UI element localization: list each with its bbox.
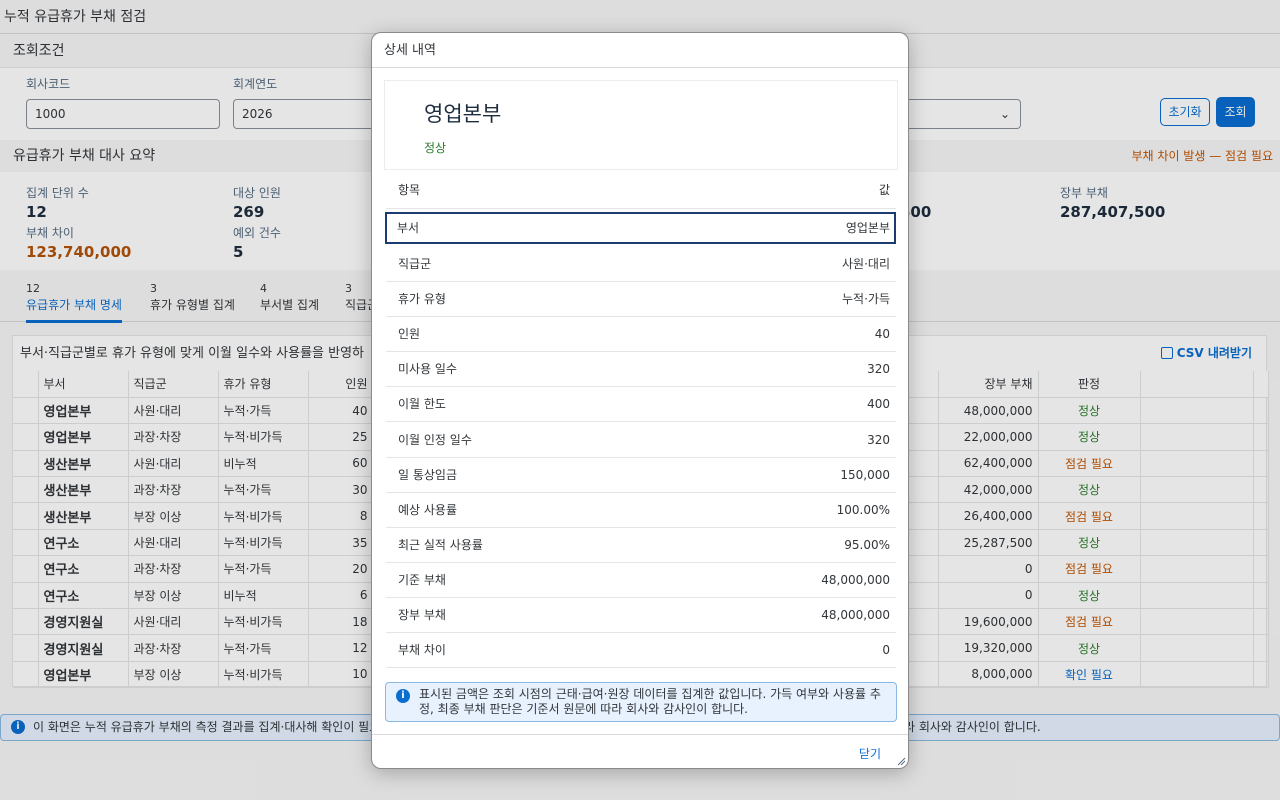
detail-value: 0	[882, 643, 890, 658]
detail-value: 95.00%	[844, 537, 890, 552]
dialog-title: 상세 내역	[372, 33, 908, 68]
detail-row[interactable]: 예상 사용률 100.00%	[386, 493, 896, 528]
dialog-info-text: 표시된 금액은 조회 시점의 근태·급여·원장 데이터를 집계한 값입니다. 가…	[419, 687, 881, 716]
detail-value: 320	[867, 362, 890, 377]
detail-row[interactable]: 일 통상임금 150,000	[386, 458, 896, 493]
close-button[interactable]: 닫기	[859, 745, 881, 762]
detail-key: 부채 차이	[398, 643, 446, 658]
detail-row[interactable]: 휴가 유형 누적·가득	[386, 282, 896, 318]
detail-key: 최근 실적 사용률	[398, 537, 483, 552]
detail-key: 기준 부채	[398, 572, 446, 587]
detail-row[interactable]: 최근 실적 사용률 95.00%	[386, 528, 896, 563]
detail-value: 영업본부	[845, 221, 890, 235]
detail-row[interactable]: 장부 부채 48,000,000	[386, 598, 896, 633]
detail-row[interactable]: 직급군 사원·대리	[386, 247, 896, 282]
dialog-footer: 닫기	[372, 734, 908, 768]
column-header-key: 항목	[398, 183, 421, 197]
detail-value: 사원·대리	[842, 257, 890, 271]
resize-handle-icon[interactable]	[896, 756, 906, 766]
detail-key: 장부 부채	[398, 608, 446, 622]
object-status: 정상	[424, 141, 447, 155]
detail-value: 320	[867, 432, 890, 447]
detail-row[interactable]: 미사용 일수 320	[386, 352, 896, 388]
detail-value: 48,000,000	[821, 608, 890, 622]
detail-key: 부서	[397, 221, 420, 235]
detail-key: 이월 인정 일수	[398, 432, 472, 447]
detail-value: 100.00%	[836, 502, 890, 517]
detail-row[interactable]: 인원 40	[386, 317, 896, 353]
object-title: 영업본부	[424, 102, 502, 126]
detail-value: 48,000,000	[821, 572, 890, 587]
detail-value: 40	[874, 327, 890, 342]
detail-value: 누적·가득	[842, 292, 890, 307]
detail-row[interactable]: 부서 영업본부	[385, 212, 896, 244]
info-icon: i	[396, 689, 410, 703]
detail-key: 일 통상임금	[398, 467, 458, 482]
detail-row[interactable]: 기준 부채 48,000,000	[386, 563, 896, 598]
object-header: 영업본부 정상	[384, 80, 898, 170]
detail-row[interactable]: 이월 인정 일수 320	[386, 423, 896, 458]
detail-key: 휴가 유형	[398, 292, 446, 307]
detail-dialog: 상세 내역 영업본부 정상 항목 값 부서 영업본부직급군 사원·대리휴가 유형 누적…	[371, 32, 909, 769]
detail-key: 예상 사용률	[398, 502, 458, 517]
detail-key: 직급군	[398, 257, 432, 271]
detail-key: 미사용 일수	[398, 362, 458, 377]
detail-key: 이월 한도	[398, 397, 446, 412]
detail-value: 150,000	[840, 467, 890, 482]
detail-table-header: 항목 값	[386, 175, 896, 209]
dialog-info-strip: i 표시된 금액은 조회 시점의 근태·급여·원장 데이터를 집계한 값입니다.…	[385, 682, 897, 722]
detail-key: 인원	[398, 327, 421, 342]
detail-row[interactable]: 부채 차이 0	[386, 633, 896, 669]
column-header-value: 값	[878, 183, 890, 197]
detail-value: 400	[867, 397, 890, 412]
detail-row[interactable]: 이월 한도 400	[386, 387, 896, 423]
